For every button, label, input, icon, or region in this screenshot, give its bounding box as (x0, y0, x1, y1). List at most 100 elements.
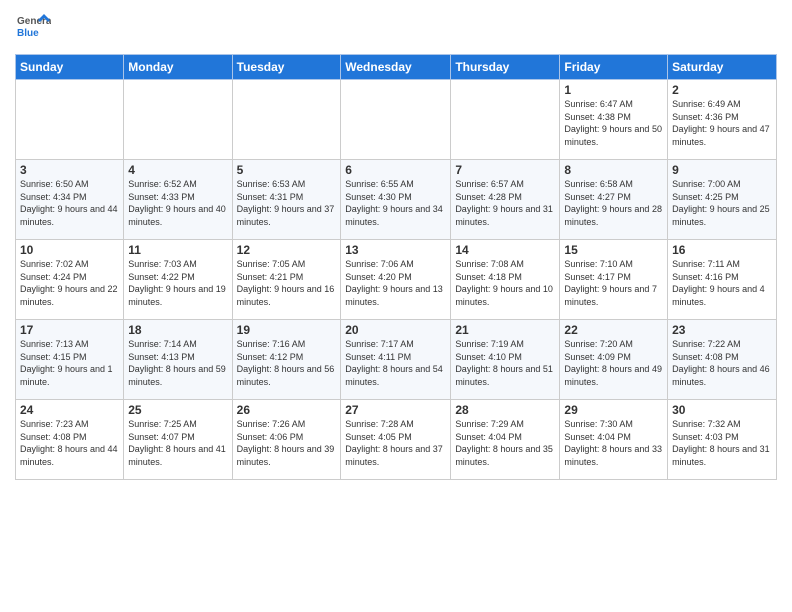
calendar-cell: 10Sunrise: 7:02 AM Sunset: 4:24 PM Dayli… (16, 240, 124, 320)
week-row-5: 24Sunrise: 7:23 AM Sunset: 4:08 PM Dayli… (16, 400, 777, 480)
day-number: 17 (20, 323, 119, 337)
calendar-cell: 14Sunrise: 7:08 AM Sunset: 4:18 PM Dayli… (451, 240, 560, 320)
calendar-cell: 24Sunrise: 7:23 AM Sunset: 4:08 PM Dayli… (16, 400, 124, 480)
day-info: Sunrise: 7:16 AM Sunset: 4:12 PM Dayligh… (237, 338, 337, 388)
day-number: 8 (564, 163, 663, 177)
day-info: Sunrise: 6:58 AM Sunset: 4:27 PM Dayligh… (564, 178, 663, 228)
calendar-cell: 15Sunrise: 7:10 AM Sunset: 4:17 PM Dayli… (560, 240, 668, 320)
column-header-tuesday: Tuesday (232, 55, 341, 80)
column-header-monday: Monday (124, 55, 232, 80)
day-number: 24 (20, 403, 119, 417)
calendar-cell: 1Sunrise: 6:47 AM Sunset: 4:38 PM Daylig… (560, 80, 668, 160)
day-number: 15 (564, 243, 663, 257)
calendar-cell: 4Sunrise: 6:52 AM Sunset: 4:33 PM Daylig… (124, 160, 232, 240)
day-info: Sunrise: 7:28 AM Sunset: 4:05 PM Dayligh… (345, 418, 446, 468)
calendar-cell: 25Sunrise: 7:25 AM Sunset: 4:07 PM Dayli… (124, 400, 232, 480)
day-number: 1 (564, 83, 663, 97)
svg-text:Blue: Blue (17, 28, 39, 39)
column-header-saturday: Saturday (668, 55, 777, 80)
day-info: Sunrise: 7:05 AM Sunset: 4:21 PM Dayligh… (237, 258, 337, 308)
day-info: Sunrise: 7:08 AM Sunset: 4:18 PM Dayligh… (455, 258, 555, 308)
day-number: 7 (455, 163, 555, 177)
column-header-thursday: Thursday (451, 55, 560, 80)
column-header-sunday: Sunday (16, 55, 124, 80)
calendar-cell: 16Sunrise: 7:11 AM Sunset: 4:16 PM Dayli… (668, 240, 777, 320)
day-number: 16 (672, 243, 772, 257)
page-header: General Blue (15, 10, 777, 46)
day-info: Sunrise: 7:03 AM Sunset: 4:22 PM Dayligh… (128, 258, 227, 308)
week-row-1: 1Sunrise: 6:47 AM Sunset: 4:38 PM Daylig… (16, 80, 777, 160)
calendar-cell: 23Sunrise: 7:22 AM Sunset: 4:08 PM Dayli… (668, 320, 777, 400)
calendar-table: SundayMondayTuesdayWednesdayThursdayFrid… (15, 54, 777, 480)
calendar-cell: 19Sunrise: 7:16 AM Sunset: 4:12 PM Dayli… (232, 320, 341, 400)
day-number: 30 (672, 403, 772, 417)
day-number: 13 (345, 243, 446, 257)
day-info: Sunrise: 6:52 AM Sunset: 4:33 PM Dayligh… (128, 178, 227, 228)
day-number: 25 (128, 403, 227, 417)
calendar-cell: 27Sunrise: 7:28 AM Sunset: 4:05 PM Dayli… (341, 400, 451, 480)
day-info: Sunrise: 7:30 AM Sunset: 4:04 PM Dayligh… (564, 418, 663, 468)
day-number: 9 (672, 163, 772, 177)
day-number: 19 (237, 323, 337, 337)
day-info: Sunrise: 7:20 AM Sunset: 4:09 PM Dayligh… (564, 338, 663, 388)
day-info: Sunrise: 6:55 AM Sunset: 4:30 PM Dayligh… (345, 178, 446, 228)
day-info: Sunrise: 7:25 AM Sunset: 4:07 PM Dayligh… (128, 418, 227, 468)
calendar-cell: 28Sunrise: 7:29 AM Sunset: 4:04 PM Dayli… (451, 400, 560, 480)
day-info: Sunrise: 7:29 AM Sunset: 4:04 PM Dayligh… (455, 418, 555, 468)
calendar-cell (16, 80, 124, 160)
day-info: Sunrise: 7:06 AM Sunset: 4:20 PM Dayligh… (345, 258, 446, 308)
calendar-cell: 29Sunrise: 7:30 AM Sunset: 4:04 PM Dayli… (560, 400, 668, 480)
day-info: Sunrise: 7:26 AM Sunset: 4:06 PM Dayligh… (237, 418, 337, 468)
day-info: Sunrise: 6:57 AM Sunset: 4:28 PM Dayligh… (455, 178, 555, 228)
calendar-cell: 6Sunrise: 6:55 AM Sunset: 4:30 PM Daylig… (341, 160, 451, 240)
day-number: 20 (345, 323, 446, 337)
calendar-cell: 8Sunrise: 6:58 AM Sunset: 4:27 PM Daylig… (560, 160, 668, 240)
day-info: Sunrise: 7:02 AM Sunset: 4:24 PM Dayligh… (20, 258, 119, 308)
calendar-cell (232, 80, 341, 160)
calendar-cell: 11Sunrise: 7:03 AM Sunset: 4:22 PM Dayli… (124, 240, 232, 320)
week-row-3: 10Sunrise: 7:02 AM Sunset: 4:24 PM Dayli… (16, 240, 777, 320)
calendar-cell: 17Sunrise: 7:13 AM Sunset: 4:15 PM Dayli… (16, 320, 124, 400)
day-number: 10 (20, 243, 119, 257)
day-number: 4 (128, 163, 227, 177)
day-number: 27 (345, 403, 446, 417)
day-number: 22 (564, 323, 663, 337)
calendar-cell (451, 80, 560, 160)
column-header-friday: Friday (560, 55, 668, 80)
day-info: Sunrise: 7:00 AM Sunset: 4:25 PM Dayligh… (672, 178, 772, 228)
day-info: Sunrise: 6:53 AM Sunset: 4:31 PM Dayligh… (237, 178, 337, 228)
week-row-2: 3Sunrise: 6:50 AM Sunset: 4:34 PM Daylig… (16, 160, 777, 240)
day-number: 18 (128, 323, 227, 337)
day-info: Sunrise: 7:32 AM Sunset: 4:03 PM Dayligh… (672, 418, 772, 468)
day-info: Sunrise: 6:47 AM Sunset: 4:38 PM Dayligh… (564, 98, 663, 148)
day-info: Sunrise: 7:14 AM Sunset: 4:13 PM Dayligh… (128, 338, 227, 388)
calendar-cell: 5Sunrise: 6:53 AM Sunset: 4:31 PM Daylig… (232, 160, 341, 240)
calendar-cell (341, 80, 451, 160)
day-info: Sunrise: 7:19 AM Sunset: 4:10 PM Dayligh… (455, 338, 555, 388)
calendar-cell: 12Sunrise: 7:05 AM Sunset: 4:21 PM Dayli… (232, 240, 341, 320)
day-number: 3 (20, 163, 119, 177)
day-number: 12 (237, 243, 337, 257)
day-info: Sunrise: 6:49 AM Sunset: 4:36 PM Dayligh… (672, 98, 772, 148)
calendar-cell: 21Sunrise: 7:19 AM Sunset: 4:10 PM Dayli… (451, 320, 560, 400)
calendar-cell: 26Sunrise: 7:26 AM Sunset: 4:06 PM Dayli… (232, 400, 341, 480)
calendar-cell: 20Sunrise: 7:17 AM Sunset: 4:11 PM Dayli… (341, 320, 451, 400)
calendar-cell: 7Sunrise: 6:57 AM Sunset: 4:28 PM Daylig… (451, 160, 560, 240)
day-info: Sunrise: 7:10 AM Sunset: 4:17 PM Dayligh… (564, 258, 663, 308)
logo-svg: General Blue (15, 10, 51, 46)
day-number: 14 (455, 243, 555, 257)
day-number: 2 (672, 83, 772, 97)
day-info: Sunrise: 7:17 AM Sunset: 4:11 PM Dayligh… (345, 338, 446, 388)
calendar-cell: 9Sunrise: 7:00 AM Sunset: 4:25 PM Daylig… (668, 160, 777, 240)
day-info: Sunrise: 7:23 AM Sunset: 4:08 PM Dayligh… (20, 418, 119, 468)
day-info: Sunrise: 7:11 AM Sunset: 4:16 PM Dayligh… (672, 258, 772, 308)
calendar-cell: 22Sunrise: 7:20 AM Sunset: 4:09 PM Dayli… (560, 320, 668, 400)
day-number: 21 (455, 323, 555, 337)
calendar-cell: 18Sunrise: 7:14 AM Sunset: 4:13 PM Dayli… (124, 320, 232, 400)
logo: General Blue (15, 10, 51, 46)
day-number: 28 (455, 403, 555, 417)
column-header-wednesday: Wednesday (341, 55, 451, 80)
day-number: 11 (128, 243, 227, 257)
day-number: 26 (237, 403, 337, 417)
day-number: 6 (345, 163, 446, 177)
